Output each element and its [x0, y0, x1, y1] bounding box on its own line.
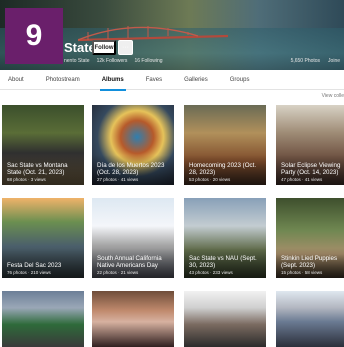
more-options-button[interactable]: ··· [118, 40, 133, 55]
album-tile[interactable]: Sac State vs NAU (Sept. 30, 2023) 43 pho… [184, 198, 266, 278]
album-stats: 47 photos · 41 views [281, 177, 323, 182]
tab-groups[interactable]: Groups [230, 70, 250, 90]
album-tile[interactable]: Stinkin Lied Puppies (Sept. 2023) 15 pho… [276, 198, 344, 278]
profile-banner: 9 State Follow ··· nento State 12k Follo… [0, 0, 344, 70]
album-stats: 76 photos · 210 views [7, 270, 51, 275]
tab-photostream[interactable]: Photostream [46, 70, 80, 90]
tab-faves[interactable]: Faves [146, 70, 162, 90]
album-title: Solar Eclipse Viewing Party (Oct. 14, 20… [281, 162, 341, 176]
album-tile[interactable] [184, 291, 266, 347]
photo-count: 5,650 Photos [290, 58, 321, 64]
album-tile[interactable]: Homecoming 2023 (Oct. 28, 2023) 53 photo… [184, 105, 266, 185]
profile-handle: nento State [64, 58, 90, 64]
follow-button[interactable]: Follow [92, 40, 116, 55]
album-title: South Annual California Native Americans… [97, 255, 162, 269]
view-collections-link[interactable]: View colle [322, 93, 344, 99]
album-title: Día de los Muertos 2023 (Oct. 28, 2023) [97, 162, 165, 176]
album-title: Stinkin Lied Puppies (Sept. 2023) [281, 255, 338, 269]
profile-stats: 5,650 Photos Joine [291, 58, 340, 64]
album-stats: 43 photos · 233 views [189, 270, 233, 275]
album-stats: 15 photos · 58 views [281, 270, 323, 275]
album-title: Homecoming 2023 (Oct. 28, 2023) [189, 162, 257, 176]
album-tile[interactable] [2, 291, 84, 347]
album-stats: 27 photos · 41 views [97, 177, 139, 182]
following-count[interactable]: 16 Following [134, 58, 162, 64]
album-tile[interactable] [276, 291, 344, 347]
tab-albums[interactable]: Albums [99, 70, 126, 91]
profile-meta: nento State 12k Followers 16 Following [64, 58, 163, 64]
album-title: Sac State vs Montana State (Oct. 21, 202… [7, 162, 68, 176]
followers-count[interactable]: 12k Followers [97, 58, 128, 64]
album-tile[interactable]: South Annual California Native Americans… [92, 198, 174, 278]
album-tile[interactable]: Festa Del Sac 2023 76 photos · 210 views [2, 198, 84, 278]
album-stats: 68 photos · 3 views [7, 177, 46, 182]
album-tile[interactable]: Solar Eclipse Viewing Party (Oct. 14, 20… [276, 105, 344, 185]
tab-about[interactable]: About [8, 70, 24, 90]
album-stats: 22 photos · 21 views [97, 270, 139, 275]
joined-date: Joine [328, 58, 340, 64]
tab-galleries[interactable]: Galleries [184, 70, 208, 90]
album-title: Festa Del Sac 2023 [7, 262, 62, 269]
album-tile[interactable]: Sac State vs Montana State (Oct. 21, 202… [2, 105, 84, 185]
album-title: Sac State vs NAU (Sept. 30, 2023) [189, 255, 257, 269]
album-tile[interactable]: Día de los Muertos 2023 (Oct. 28, 2023) … [92, 105, 174, 185]
album-tile[interactable] [92, 291, 174, 347]
number-badge: 9 [5, 8, 63, 64]
album-stats: 53 photos · 20 views [189, 177, 231, 182]
profile-tabs: About Photostream Albums Faves Galleries… [0, 70, 344, 91]
